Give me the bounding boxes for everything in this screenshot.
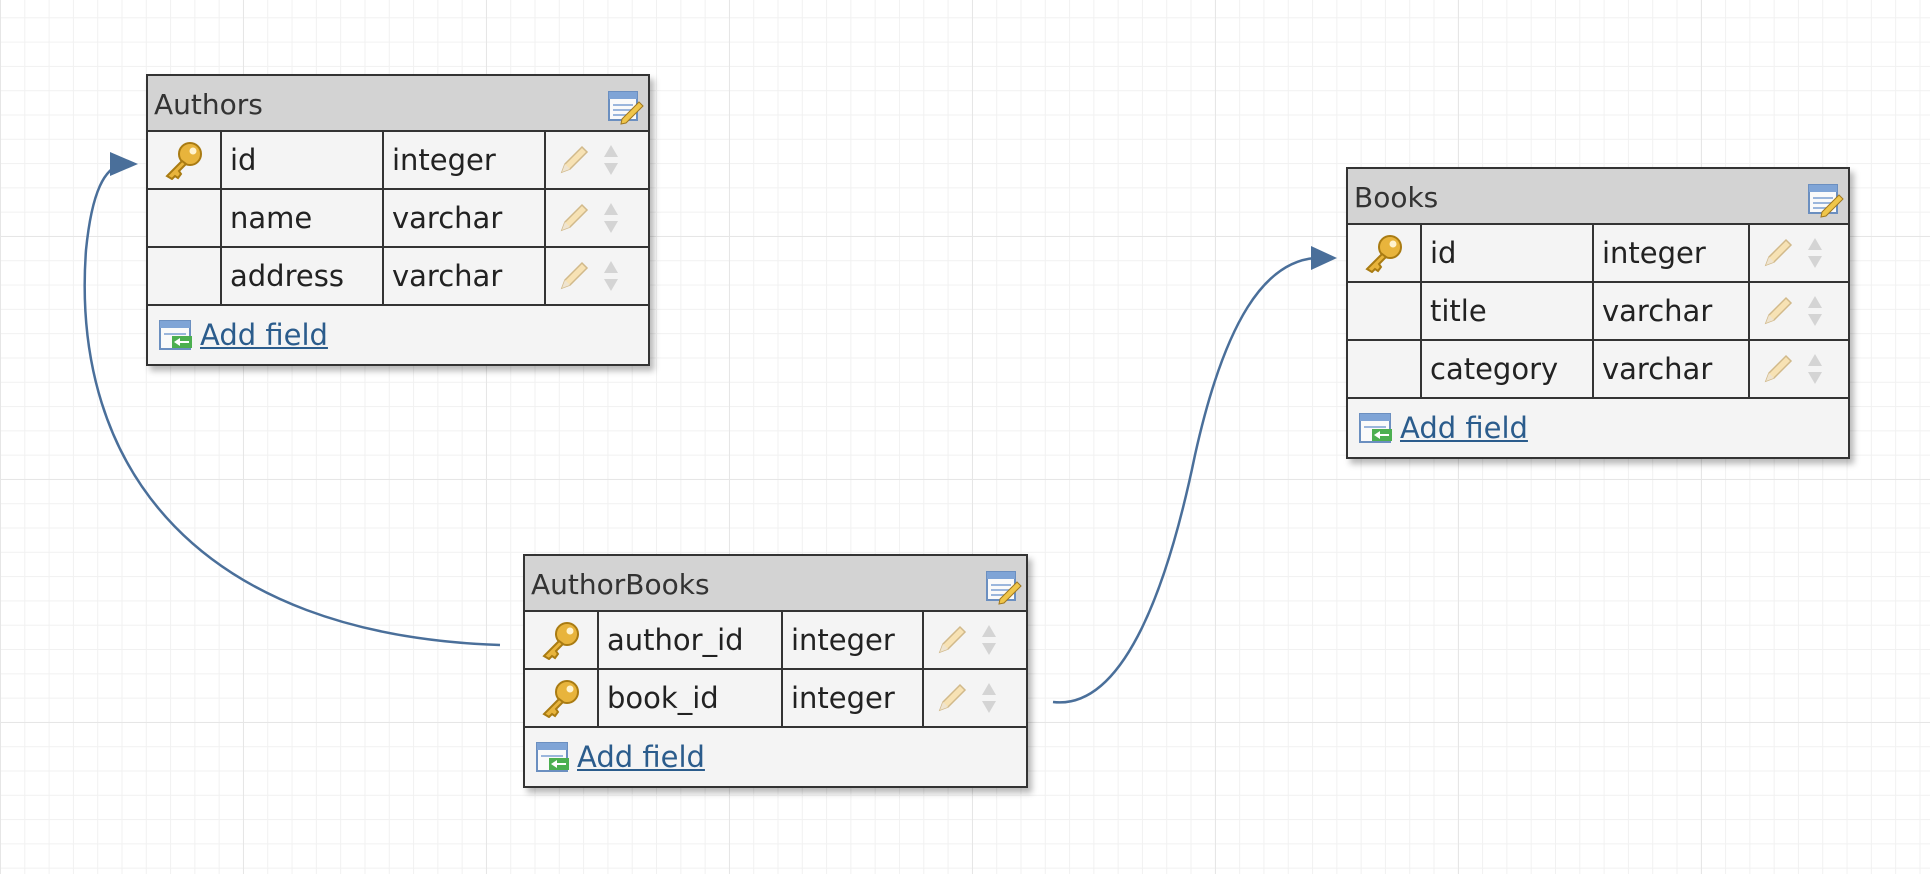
field-type[interactable]: varchar [1594, 341, 1750, 397]
relation-arrowhead-books [1311, 246, 1337, 270]
sort-arrows-icon[interactable] [1806, 236, 1824, 270]
field-type[interactable]: integer [384, 132, 546, 188]
pencil-icon[interactable] [558, 260, 590, 292]
pencil-icon[interactable] [936, 624, 968, 656]
table-books[interactable]: Books id integer title varchar category … [1346, 167, 1850, 459]
field-actions [924, 612, 1026, 668]
sort-arrows-icon[interactable] [1806, 294, 1824, 328]
field-type[interactable]: integer [783, 670, 924, 726]
key-icon [542, 680, 579, 718]
field-row[interactable]: id integer [148, 132, 648, 190]
add-field-icon[interactable] [535, 740, 571, 774]
add-field-row: Add field [1348, 399, 1848, 457]
key-icon [165, 142, 202, 180]
field-name[interactable]: name [222, 190, 384, 246]
add-field-link[interactable]: Add field [577, 740, 705, 774]
table-header: Authors [148, 76, 648, 132]
add-field-link[interactable]: Add field [1400, 411, 1528, 445]
field-actions [1750, 283, 1848, 339]
field-type[interactable]: varchar [384, 190, 546, 246]
relation-authorbooks-books[interactable] [1052, 256, 1316, 704]
sort-arrows-icon[interactable] [602, 143, 620, 177]
field-actions [546, 248, 648, 304]
key-cell [525, 612, 599, 668]
sort-arrows-icon[interactable] [980, 623, 998, 657]
field-type[interactable]: varchar [384, 248, 546, 304]
table-title: Books [1354, 181, 1439, 214]
table-authorbooks[interactable]: AuthorBooks author_id integer book_id in… [523, 554, 1028, 788]
pencil-icon[interactable] [936, 682, 968, 714]
field-actions [546, 190, 648, 246]
edit-table-icon[interactable] [606, 88, 644, 126]
edit-table-icon[interactable] [1806, 181, 1844, 219]
field-row[interactable]: name varchar [148, 190, 648, 248]
key-icon [1365, 235, 1402, 273]
table-title: Authors [154, 88, 263, 121]
table-authors[interactable]: Authors id integer name varchar address … [146, 74, 650, 366]
pencil-icon[interactable] [1762, 295, 1794, 327]
pencil-icon[interactable] [1762, 353, 1794, 385]
field-actions [1750, 225, 1848, 281]
pencil-icon[interactable] [558, 202, 590, 234]
field-row[interactable]: address varchar [148, 248, 648, 306]
field-name[interactable]: category [1422, 341, 1594, 397]
sort-arrows-icon[interactable] [602, 201, 620, 235]
field-name[interactable]: title [1422, 283, 1594, 339]
add-field-icon[interactable] [1358, 411, 1394, 445]
field-type[interactable]: integer [783, 612, 924, 668]
field-row[interactable]: id integer [1348, 225, 1848, 283]
field-name[interactable]: id [1422, 225, 1594, 281]
key-cell [148, 132, 222, 188]
key-cell [148, 190, 222, 246]
sort-arrows-icon[interactable] [980, 681, 998, 715]
key-cell [148, 248, 222, 304]
pencil-icon[interactable] [1762, 237, 1794, 269]
field-actions [1750, 341, 1848, 397]
field-row[interactable]: title varchar [1348, 283, 1848, 341]
key-cell [1348, 341, 1422, 397]
pencil-icon[interactable] [558, 144, 590, 176]
add-field-link[interactable]: Add field [200, 318, 328, 352]
diagram-canvas[interactable]: Authors id integer name varchar address … [0, 0, 1930, 874]
field-name[interactable]: address [222, 248, 384, 304]
field-name[interactable]: id [222, 132, 384, 188]
field-actions [546, 132, 648, 188]
add-field-row: Add field [525, 728, 1026, 786]
field-row[interactable]: category varchar [1348, 341, 1848, 399]
relation-arrowhead-authors [110, 152, 138, 176]
key-cell [1348, 225, 1422, 281]
table-header: Books [1348, 169, 1848, 225]
field-actions [924, 670, 1026, 726]
field-type[interactable]: integer [1594, 225, 1750, 281]
key-cell [525, 670, 599, 726]
field-row[interactable]: author_id integer [525, 612, 1026, 670]
key-icon [542, 622, 579, 660]
field-type[interactable]: varchar [1594, 283, 1750, 339]
key-cell [1348, 283, 1422, 339]
table-header: AuthorBooks [525, 556, 1026, 612]
add-field-row: Add field [148, 306, 648, 364]
sort-arrows-icon[interactable] [1806, 352, 1824, 386]
field-row[interactable]: book_id integer [525, 670, 1026, 728]
add-field-icon[interactable] [158, 318, 194, 352]
field-name[interactable]: author_id [599, 612, 783, 668]
field-name[interactable]: book_id [599, 670, 783, 726]
sort-arrows-icon[interactable] [602, 259, 620, 293]
table-title: AuthorBooks [531, 568, 710, 601]
edit-table-icon[interactable] [984, 568, 1022, 606]
